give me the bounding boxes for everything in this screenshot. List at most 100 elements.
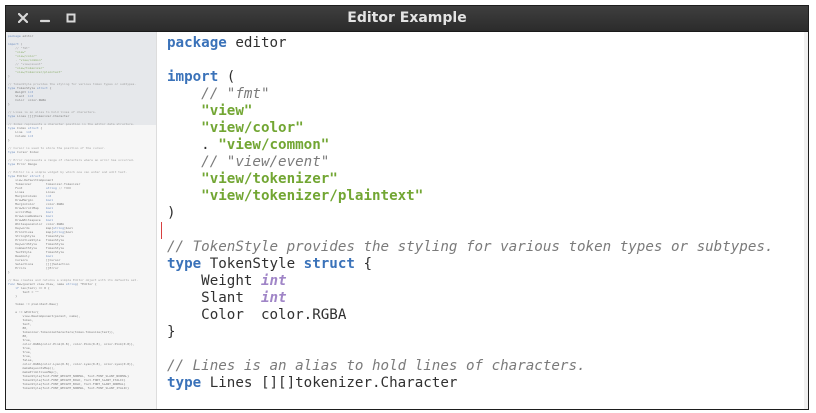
vertical-scrollbar[interactable] [804, 32, 808, 409]
window-title: Editor Example [347, 10, 467, 26]
editor-token: package [167, 35, 227, 51]
editor-token: "view/color" [201, 120, 304, 136]
minimap-line: Column int [8, 134, 33, 138]
minimap-token: } [8, 294, 18, 298]
minimap-token: string [65, 282, 77, 286]
editor-token: // TokenStyle provides the styling for v… [167, 239, 774, 255]
minimap-line: type Lines [][]tokenizer.Character [8, 114, 69, 118]
editor-line: // TokenStyle provides the styling for v… [167, 239, 773, 255]
minimap-line: Errors []Error [8, 266, 59, 270]
text-cursor [161, 222, 162, 239]
minimap-token: token := plaintext.New() [8, 302, 59, 306]
editor-token: int [260, 290, 287, 306]
editor-line: ) [167, 205, 176, 221]
minimap-token: { [38, 126, 43, 130]
editor-token: { [354, 256, 373, 272]
minimap-token: Cursor Index [15, 150, 39, 154]
editor-line: type TokenStyle struct { [167, 256, 372, 272]
editor-line: "view" [167, 103, 252, 119]
minimap-token: Errors []Error [8, 266, 59, 270]
editor-token: struct [303, 256, 355, 272]
minimap-line: } [8, 294, 17, 298]
minimap-token: } [8, 270, 10, 274]
minimap-line: } [8, 138, 10, 142]
editor-token [167, 171, 201, 187]
editor-line: } [167, 324, 176, 340]
minimap-token: { [47, 86, 52, 90]
minimap-token: Lines [][]tokenizer.Character [15, 114, 70, 118]
editor-line: import ( [167, 69, 235, 85]
editor-window: Editor Example package editor import ( /… [5, 5, 809, 410]
editor-token: type [167, 256, 202, 272]
editor-token: type [167, 375, 202, 391]
minimap-token: ) [8, 74, 10, 78]
editor-token: // Lines is an alias to hold lines of ch… [167, 358, 586, 374]
minimap-token: } [8, 102, 10, 106]
editor-token: "view/common" [218, 137, 330, 153]
minimap-line: ) [8, 74, 10, 78]
editor-token: "view" [201, 103, 253, 119]
titlebar[interactable]: Editor Example [6, 6, 808, 32]
editor-token: // "fmt" [201, 86, 270, 102]
minimap-line: package editor [8, 34, 33, 38]
editor-token [167, 103, 201, 119]
minimap-line: token := plaintext.New() [8, 302, 59, 306]
minimap-line: type Cursor Index [8, 150, 39, 154]
code-editor[interactable]: package editor import ( // "fmt" "view" … [161, 32, 808, 409]
editor-token: import [167, 69, 219, 85]
editor-line: . "view/common" [167, 137, 329, 153]
minimap-token: struct [36, 86, 48, 90]
minimap-code: package editor import ( // "fmt" "view" … [6, 32, 156, 390]
editor-token [167, 120, 201, 136]
minimap-token: editor [20, 34, 34, 38]
minimap-divider [156, 32, 157, 409]
editor-line: type Lines [][]tokenizer.Character [167, 375, 457, 391]
minimap-token: "view/tokenizer/plaintext" [8, 70, 63, 74]
minimap-token: int [27, 134, 34, 138]
minimap-token: // TODO [56, 186, 72, 190]
minimap-line: Color color.RGBA [8, 98, 46, 102]
editor-line: // Lines is an alias to hold lines of ch… [167, 358, 586, 374]
editor-line: Weight int [167, 273, 287, 289]
minimap[interactable]: package editor import ( // "fmt" "view" … [6, 32, 156, 409]
minimap-line: type Error Range [8, 162, 37, 166]
editor-line: Color color.RGBA [167, 307, 346, 323]
editor-line: // "view/event" [167, 154, 329, 170]
minimap-token: TokenStyle{font.FONT_WEIGHT_NORMAL, font… [8, 386, 130, 390]
editor-token: "view/tokenizer/plaintext" [201, 188, 424, 204]
editor-token: Slant [167, 290, 261, 306]
minimap-token: Color color.RGBA [8, 98, 46, 102]
editor-line: "view/tokenizer/plaintext" [167, 188, 423, 204]
minimap-token: Column [8, 134, 28, 138]
editor-line: "view/tokenizer" [167, 171, 338, 187]
editor-line: package editor [167, 35, 287, 51]
minimap-line: "view/tokenizer/plaintext" [8, 70, 62, 74]
editor-line: "view/color" [167, 120, 304, 136]
minimap-token: package [8, 34, 21, 38]
minimap-line: TokenStyle{font.FONT_WEIGHT_NORMAL, font… [8, 386, 129, 390]
editor-token [167, 86, 201, 102]
editor-token: editor [226, 35, 287, 51]
editor-token: int [260, 273, 287, 289]
minimap-token: ]bool [64, 230, 74, 234]
editor-token: "view/tokenizer" [201, 171, 338, 187]
minimap-token: } [8, 138, 10, 142]
editor-token: Color color.RGBA [167, 307, 347, 323]
minimap-line: } [8, 270, 10, 274]
editor-token: TokenStyle [201, 256, 304, 272]
code-text[interactable]: package editor import ( // "fmt" "view" … [161, 32, 808, 392]
editor-token: Weight [167, 273, 261, 289]
editor-token: Lines [][]tokenizer.Character [201, 375, 458, 391]
editor-token: ) [167, 205, 176, 221]
editor-token: . [167, 137, 219, 153]
editor-token: ( [218, 69, 236, 85]
editor-token [167, 154, 201, 170]
editor-line: // "fmt" [167, 86, 270, 102]
editor-token [167, 188, 201, 204]
editor-token: } [167, 324, 176, 340]
minimap-line: } [8, 102, 10, 106]
editor-line: Slant int [167, 290, 287, 306]
editor-token: // "view/event" [201, 154, 330, 170]
minimap-token: Error Range [15, 162, 37, 166]
minimap-token: ) *Editor { [76, 282, 97, 286]
